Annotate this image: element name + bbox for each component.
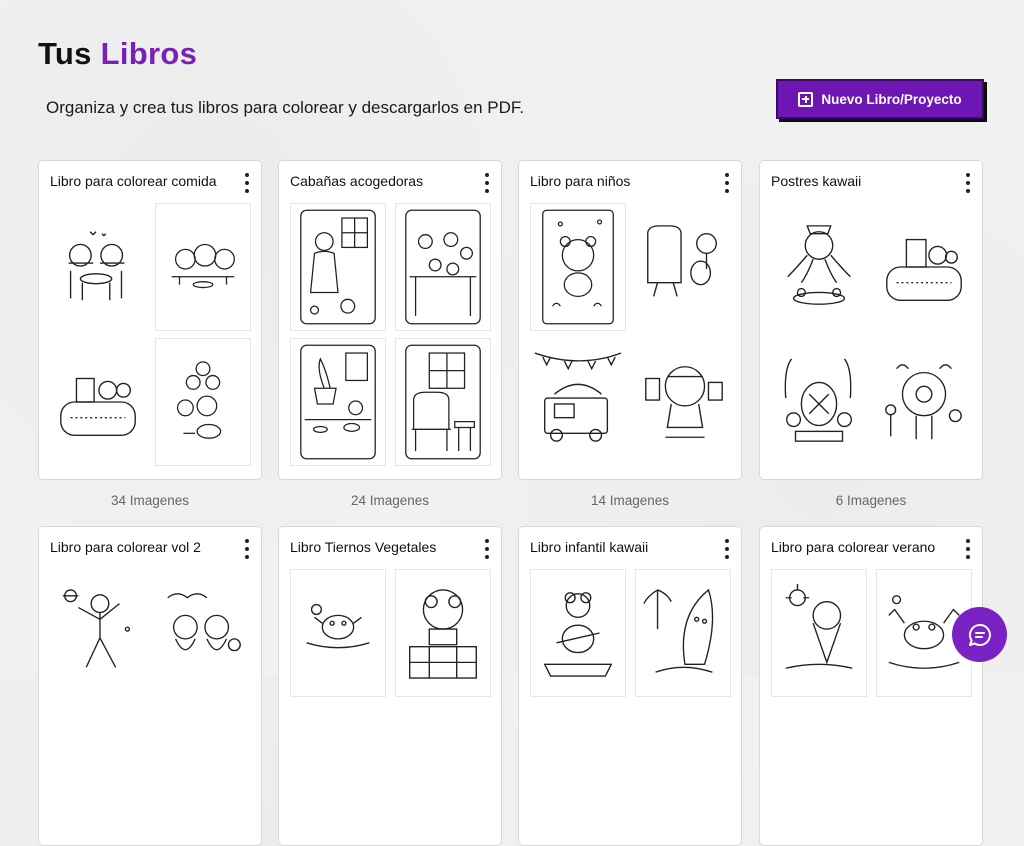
coloring-page-illustration xyxy=(167,593,241,652)
page-thumbnail[interactable] xyxy=(50,338,146,466)
coloring-page-illustration xyxy=(534,352,622,442)
coloring-page-illustration xyxy=(785,584,853,669)
more-options-icon[interactable] xyxy=(482,173,492,193)
book-image-count: 24 Imagenes xyxy=(350,493,430,508)
page-thumbnail[interactable] xyxy=(395,338,491,466)
book-card[interactable]: Libro Tiernos Vegetales xyxy=(278,526,502,846)
chat-bubble-icon xyxy=(968,623,991,646)
page-thumbnail[interactable] xyxy=(530,338,626,466)
coloring-page-illustration xyxy=(60,377,136,436)
coloring-page-illustration xyxy=(543,592,613,677)
book-title: Cabañas acogedoras xyxy=(290,173,424,189)
book-image-count: 14 Imagenes xyxy=(590,493,670,508)
page-thumbnail[interactable] xyxy=(530,203,626,331)
book-title: Libro para colorear vol 2 xyxy=(50,539,201,555)
coloring-page-illustration xyxy=(62,589,131,668)
book-title: Libro para colorear comida xyxy=(50,173,217,189)
page-thumbnail[interactable] xyxy=(290,203,386,331)
more-options-icon[interactable] xyxy=(963,539,973,559)
page-thumbnail[interactable] xyxy=(290,338,386,466)
page-thumbnail[interactable] xyxy=(876,203,972,331)
page-thumbnail[interactable] xyxy=(771,338,867,466)
book-title: Libro infantil kawaii xyxy=(530,539,649,555)
book-card[interactable]: Postres kawaii xyxy=(759,160,983,480)
book-card[interactable]: Libro para colorear verano xyxy=(759,526,983,846)
page-title-plain: Tus xyxy=(38,36,92,71)
page-thumbnail[interactable] xyxy=(530,569,626,697)
page-thumbnail[interactable] xyxy=(50,203,146,331)
page-thumbnail[interactable] xyxy=(771,203,867,331)
page-subtitle: Organiza y crea tus libros para colorear… xyxy=(46,98,525,117)
page-thumbnail[interactable] xyxy=(155,338,251,466)
coloring-page-illustration xyxy=(405,209,481,325)
coloring-page-illustration xyxy=(171,243,235,289)
page-thumbnail[interactable] xyxy=(635,569,731,697)
chat-button[interactable] xyxy=(952,607,1007,662)
more-options-icon[interactable] xyxy=(722,173,732,193)
page-thumbnail[interactable] xyxy=(876,338,972,466)
coloring-page-illustration xyxy=(409,589,477,679)
page-thumbnail[interactable] xyxy=(50,569,146,697)
new-book-button-label: Nuevo Libro/Proyecto xyxy=(821,91,962,107)
new-book-button[interactable]: Nuevo Libro/Proyecto xyxy=(776,79,984,119)
book-card[interactable]: Libro para niños xyxy=(518,160,742,480)
coloring-page-illustration xyxy=(300,344,376,460)
page-thumbnail[interactable] xyxy=(395,569,491,697)
page-thumbnail[interactable] xyxy=(635,203,731,331)
page-thumbnail[interactable] xyxy=(635,338,731,466)
coloring-page-illustration xyxy=(643,588,714,673)
page-thumbnail[interactable] xyxy=(290,569,386,697)
book-image-count: 6 Imagenes xyxy=(835,493,907,508)
book-card[interactable]: Libro para colorear vol 2 xyxy=(38,526,262,846)
coloring-page-illustration xyxy=(647,225,717,297)
coloring-page-illustration xyxy=(542,209,614,325)
coloring-page-illustration xyxy=(300,209,376,325)
more-options-icon[interactable] xyxy=(242,539,252,559)
coloring-page-illustration xyxy=(885,364,962,440)
page-thumbnail[interactable] xyxy=(155,569,251,697)
coloring-page-illustration xyxy=(306,603,370,649)
coloring-page-illustration xyxy=(886,238,962,301)
coloring-page-illustration xyxy=(405,344,481,460)
more-options-icon[interactable] xyxy=(242,173,252,193)
book-card[interactable]: Libro para colorear comida xyxy=(38,160,262,480)
page-title-accent: Libros xyxy=(100,36,198,71)
book-title: Libro Tiernos Vegetales xyxy=(290,539,437,555)
page-title: Tus Libros xyxy=(38,36,197,72)
more-options-icon[interactable] xyxy=(722,539,732,559)
more-options-icon[interactable] xyxy=(963,173,973,193)
book-card[interactable]: Libro infantil kawaii xyxy=(518,526,742,846)
book-title: Libro para niños xyxy=(530,173,631,189)
page-thumbnail[interactable] xyxy=(155,203,251,331)
book-card[interactable]: Cabañas acogedoras xyxy=(278,160,502,480)
coloring-page-illustration xyxy=(787,225,851,305)
coloring-page-illustration xyxy=(68,231,125,301)
page-thumbnail[interactable] xyxy=(771,569,867,697)
book-title: Postres kawaii xyxy=(771,173,862,189)
plus-square-icon xyxy=(798,91,814,107)
more-options-icon[interactable] xyxy=(482,539,492,559)
book-title: Libro para colorear verano xyxy=(771,539,936,555)
coloring-page-illustration xyxy=(176,361,222,439)
page-thumbnail[interactable] xyxy=(395,203,491,331)
book-image-count: 34 Imagenes xyxy=(110,493,190,508)
coloring-page-illustration xyxy=(784,358,852,442)
coloring-page-illustration xyxy=(645,366,723,438)
